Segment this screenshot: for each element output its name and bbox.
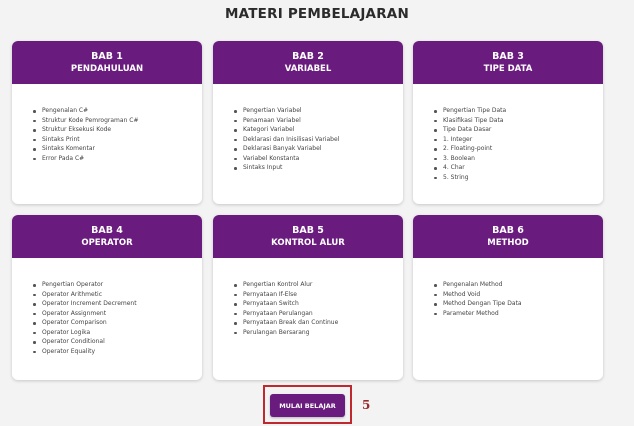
topic-list: Pengenalan C# Struktur Kode Pemrograman … xyxy=(12,84,202,163)
start-learning-button[interactable]: MULAI BELAJAR xyxy=(270,394,345,417)
topic-item: Operator Equality xyxy=(33,347,202,357)
chapter-card-bab-5[interactable]: BAB 5 KONTROL ALUR Pengertian Kontrol Al… xyxy=(213,215,403,380)
topic-item: Operator Increment Decrement xyxy=(33,299,202,309)
topic-item: 4. Char xyxy=(434,163,603,173)
chapter-number: BAB 6 xyxy=(492,224,524,236)
topic-item: Pengertian Operator xyxy=(33,280,202,290)
topic-list: Pengertian Kontrol Alur Pernyataan If-El… xyxy=(213,258,403,337)
topic-item: Operator Arithmetic xyxy=(33,290,202,300)
topic-item: Method Void xyxy=(434,290,603,300)
topic-item: Sintaks Input xyxy=(234,163,403,173)
chapter-card-bab-4[interactable]: BAB 4 OPERATOR Pengertian Operator Opera… xyxy=(12,215,202,380)
topic-list: Pengenalan Method Method Void Method Den… xyxy=(413,258,603,318)
topic-item: Struktur Kode Pemrograman C# xyxy=(33,116,202,126)
topic-list: Pengertian Operator Operator Arithmetic … xyxy=(12,258,202,356)
chapter-number: BAB 2 xyxy=(292,50,324,62)
chapter-card-bab-6[interactable]: BAB 6 METHOD Pengenalan Method Method Vo… xyxy=(413,215,603,380)
topic-item: 5. String xyxy=(434,173,603,183)
chapter-title: KONTROL ALUR xyxy=(271,237,345,248)
chapter-card-bab-1[interactable]: BAB 1 PENDAHULUAN Pengenalan C# Struktur… xyxy=(12,41,202,204)
topic-list: Pengertian Tipe Data Klasifikasi Tipe Da… xyxy=(413,84,603,182)
topic-item: Kategori Variabel xyxy=(234,125,403,135)
topic-list: Pengertian Variabel Penamaan Variabel Ka… xyxy=(213,84,403,173)
chapter-title: TIPE DATA xyxy=(483,63,533,74)
topic-item: Sintaks Komentar xyxy=(33,144,202,154)
card-header: BAB 5 KONTROL ALUR xyxy=(213,215,403,258)
topic-item: Pengertian Variabel xyxy=(234,106,403,116)
topic-item: Operator Comparison xyxy=(33,318,202,328)
topic-item: 2. Floating-point xyxy=(434,144,603,154)
topic-item: 1. Integer xyxy=(434,135,603,145)
topic-item: Perulangan Bersarang xyxy=(234,328,403,338)
chapter-title: VARIABEL xyxy=(284,63,332,74)
topic-item: Penamaan Variabel xyxy=(234,116,403,126)
chapter-card-bab-3[interactable]: BAB 3 TIPE DATA Pengertian Tipe Data Kla… xyxy=(413,41,603,204)
topic-item: Pernyataan Break dan Continue xyxy=(234,318,403,328)
page-title: MATERI PEMBELAJARAN xyxy=(225,6,409,22)
topic-item: Pengertian Kontrol Alur xyxy=(234,280,403,290)
chapter-title: METHOD xyxy=(487,237,529,248)
card-header: BAB 2 VARIABEL xyxy=(213,41,403,84)
topic-item: Tipe Data Dasar xyxy=(434,125,603,135)
topic-item: Klasifikasi Tipe Data xyxy=(434,116,603,126)
topic-item: 3. Boolean xyxy=(434,154,603,164)
chapter-number: BAB 3 xyxy=(492,50,524,62)
topic-item: Operator Conditional xyxy=(33,337,202,347)
topic-item: Sintaks Print xyxy=(33,135,202,145)
topic-item: Parameter Method xyxy=(434,309,603,319)
card-header: BAB 1 PENDAHULUAN xyxy=(12,41,202,84)
card-header: BAB 4 OPERATOR xyxy=(12,215,202,258)
topic-item: Variabel Konstanta xyxy=(234,154,403,164)
card-header: BAB 6 METHOD xyxy=(413,215,603,258)
topic-item: Pengertian Tipe Data xyxy=(434,106,603,116)
topic-item: Pernyataan If-Else xyxy=(234,290,403,300)
chapter-number: BAB 1 xyxy=(91,50,123,62)
card-header: BAB 3 TIPE DATA xyxy=(413,41,603,84)
topic-item: Deklarasi Banyak Variabel xyxy=(234,144,403,154)
topic-item: Operator Logika xyxy=(33,328,202,338)
chapter-title: OPERATOR xyxy=(81,237,133,248)
topic-item: Pernyataan Switch xyxy=(234,299,403,309)
topic-item: Method Dengan Tipe Data xyxy=(434,299,603,309)
topic-item: Struktur Eksekusi Kode xyxy=(33,125,202,135)
topic-item: Pengenalan C# xyxy=(33,106,202,116)
chapter-card-bab-2[interactable]: BAB 2 VARIABEL Pengertian Variabel Penam… xyxy=(213,41,403,204)
topic-item: Error Pada C# xyxy=(33,154,202,164)
annotation-number: 5 xyxy=(362,398,371,412)
topic-item: Pernyataan Perulangan xyxy=(234,309,403,319)
topic-item: Pengenalan Method xyxy=(434,280,603,290)
chapter-number: BAB 4 xyxy=(91,224,123,236)
topic-item: Deklarasi dan Inisilisasi Variabel xyxy=(234,135,403,145)
chapter-number: BAB 5 xyxy=(292,224,324,236)
chapter-title: PENDAHULUAN xyxy=(70,63,144,74)
topic-item: Operator Assignment xyxy=(33,309,202,319)
